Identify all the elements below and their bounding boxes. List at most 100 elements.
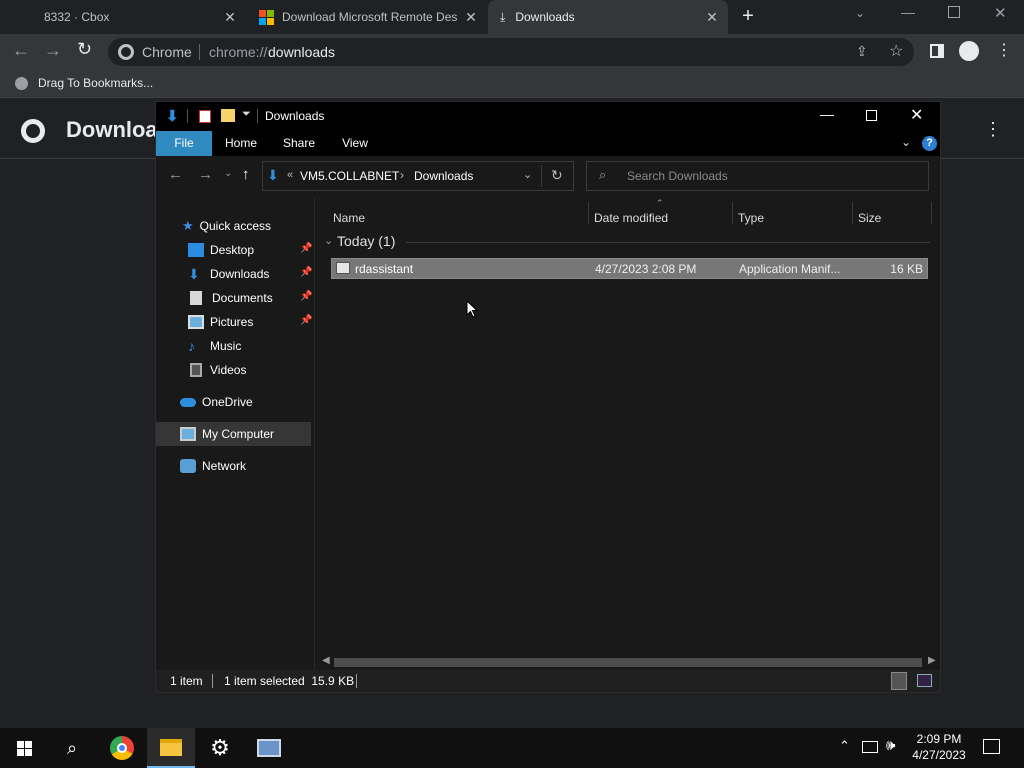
windows-logo-icon [259, 9, 274, 25]
network-icon[interactable] [862, 741, 878, 753]
search-button[interactable]: ⌕ [48, 728, 96, 768]
restore-icon[interactable] [948, 6, 960, 18]
scroll-left-icon[interactable]: ◀ [322, 655, 330, 666]
taskbar-settings[interactable]: ⚙ [196, 728, 244, 768]
nav-quick-access[interactable]: ★ Quick access [182, 214, 271, 238]
share-icon[interactable]: ⇪ [856, 43, 868, 60]
column-header-name[interactable]: Name [333, 208, 365, 228]
profile-avatar-icon[interactable] [959, 41, 979, 61]
minimize-icon[interactable]: — [901, 4, 915, 20]
properties-icon[interactable] [199, 110, 211, 123]
table-row[interactable]: rdassistant 4/27/2023 2:08 PM Applicatio… [331, 258, 928, 279]
start-button[interactable] [0, 728, 48, 768]
search-box[interactable]: ⌕ Search Downloads [586, 161, 929, 191]
address-bar[interactable]: Chrome chrome:// downloads ⇪ ☆ [108, 38, 914, 66]
collapse-icon[interactable]: ⌄ [324, 234, 333, 247]
forward-icon[interactable]: → [44, 40, 62, 61]
column-separator[interactable] [931, 202, 932, 224]
column-header-size[interactable]: Size [858, 208, 881, 228]
clock[interactable]: 2:09 PM 4/27/2023 [908, 731, 970, 763]
show-hidden-icons-icon[interactable]: ⌃ [839, 738, 850, 754]
close-icon[interactable]: ✕ [222, 9, 238, 25]
maximize-icon[interactable] [866, 110, 877, 121]
breadcrumb[interactable]: ⬇ « VM5.COLLABNET › Downloads ⌄ ↻ [262, 161, 574, 191]
volume-icon[interactable]: 🕪 [886, 737, 895, 754]
column-separator[interactable] [732, 202, 733, 224]
group-header-today[interactable]: ⌄ Today (1) [322, 232, 930, 252]
explorer-title-bar: ⬇ ⏷ Downloads — ✕ [156, 102, 940, 131]
bookmarks-bar: Drag To Bookmarks... [0, 70, 1024, 98]
taskbar-file-explorer[interactable] [147, 728, 195, 768]
column-separator[interactable] [588, 202, 589, 224]
nav-network[interactable]: Network [180, 454, 246, 478]
bookmark-star-icon[interactable]: ☆ [889, 41, 903, 61]
breadcrumb-overflow[interactable]: « [287, 169, 293, 181]
taskbar-chrome[interactable] [98, 728, 146, 768]
horizontal-scrollbar[interactable]: ◀ ▶ [322, 654, 940, 670]
scroll-right-icon[interactable]: ▶ [928, 655, 936, 666]
tab-home[interactable]: Home [216, 131, 266, 156]
new-tab-button[interactable]: + [738, 6, 758, 26]
divider [541, 165, 542, 187]
nav-item-pictures[interactable]: Pictures [188, 310, 253, 334]
taskbar-server-manager[interactable] [245, 728, 293, 768]
nav-item-videos[interactable]: Videos [188, 358, 246, 382]
breadcrumb-current[interactable]: Downloads [414, 169, 473, 183]
close-icon[interactable]: ✕ [463, 9, 479, 25]
nav-item-downloads[interactable]: ⬇ Downloads [188, 262, 269, 286]
desktop-icon [188, 243, 204, 257]
downloads-icon: ⬇ [267, 167, 279, 183]
large-icons-view-icon[interactable] [917, 674, 932, 687]
back-icon[interactable]: ← [12, 40, 30, 61]
status-bar: 1 item 1 item selected 15.9 KB [156, 670, 940, 692]
refresh-icon[interactable]: ↻ [551, 167, 563, 184]
pin-icon[interactable]: 📌 [300, 291, 312, 302]
nav-onedrive[interactable]: OneDrive [180, 390, 253, 414]
pin-icon[interactable]: 📌 [300, 267, 312, 278]
page-menu-icon[interactable]: ⋮ [984, 119, 1002, 140]
network-icon [180, 459, 196, 473]
nav-item-music[interactable]: ♪ Music [188, 334, 241, 358]
tab-search-icon[interactable]: ⌄ [855, 6, 865, 20]
file-list: Name ⌃ Date modified Type Size ⌄ Today (… [322, 198, 940, 656]
tab-view[interactable]: View [330, 131, 380, 156]
column-header-date[interactable]: Date modified [594, 208, 668, 228]
nav-label: Videos [210, 363, 247, 377]
tab-cbox[interactable]: 8332 · Cbox ✕ [0, 0, 246, 34]
tab-file[interactable]: File [156, 131, 212, 156]
address-dropdown-icon[interactable]: ⌄ [523, 168, 532, 181]
pin-icon[interactable]: 📌 [300, 243, 312, 254]
pin-icon[interactable]: 📌 [300, 315, 312, 326]
nav-my-computer[interactable]: My Computer [156, 422, 311, 446]
bookmark-item[interactable]: Drag To Bookmarks... [38, 76, 153, 90]
side-panel-icon[interactable] [930, 44, 944, 58]
forward-icon[interactable]: → [198, 166, 213, 183]
tab-share[interactable]: Share [274, 131, 324, 156]
pane-splitter[interactable] [314, 198, 315, 670]
details-view-icon[interactable] [891, 672, 907, 690]
quick-access-toolbar-dropdown-icon[interactable]: ⏷ [242, 108, 251, 121]
up-icon[interactable]: ↑ [242, 166, 250, 183]
nav-item-desktop[interactable]: Desktop [188, 238, 254, 262]
close-icon[interactable]: ✕ [910, 105, 923, 125]
expand-ribbon-icon[interactable]: ⌄ [901, 135, 911, 149]
nav-item-documents[interactable]: Documents [188, 286, 273, 310]
file-explorer-window: ⬇ ⏷ Downloads — ✕ File Home Share View ⌄… [155, 101, 941, 693]
reload-icon[interactable]: ↻ [77, 39, 92, 60]
new-folder-icon[interactable] [221, 109, 235, 122]
more-menu-icon[interactable]: ⋮ [996, 40, 1012, 60]
browser-toolbar: ← → ↻ Chrome chrome:// downloads ⇪ ☆ ⋮ [0, 34, 1024, 70]
scrollbar-thumb[interactable] [334, 658, 922, 667]
minimize-icon[interactable]: — [820, 106, 834, 122]
help-icon[interactable]: ? [922, 136, 937, 151]
notifications-icon[interactable] [983, 739, 1000, 754]
close-window-icon[interactable]: ✕ [994, 4, 1007, 22]
column-header-type[interactable]: Type [738, 208, 764, 228]
back-icon[interactable]: ← [168, 166, 183, 183]
close-icon[interactable]: ✕ [704, 9, 720, 25]
recent-locations-icon[interactable]: ⌄ [224, 168, 232, 179]
breadcrumb-root[interactable]: VM5.COLLABNET [300, 169, 399, 183]
tab-downloads[interactable]: ⤓ Downloads ✕ [488, 0, 728, 34]
tab-remote-desktop[interactable]: Download Microsoft Remote Des ✕ [247, 0, 487, 34]
column-separator[interactable] [852, 202, 853, 224]
